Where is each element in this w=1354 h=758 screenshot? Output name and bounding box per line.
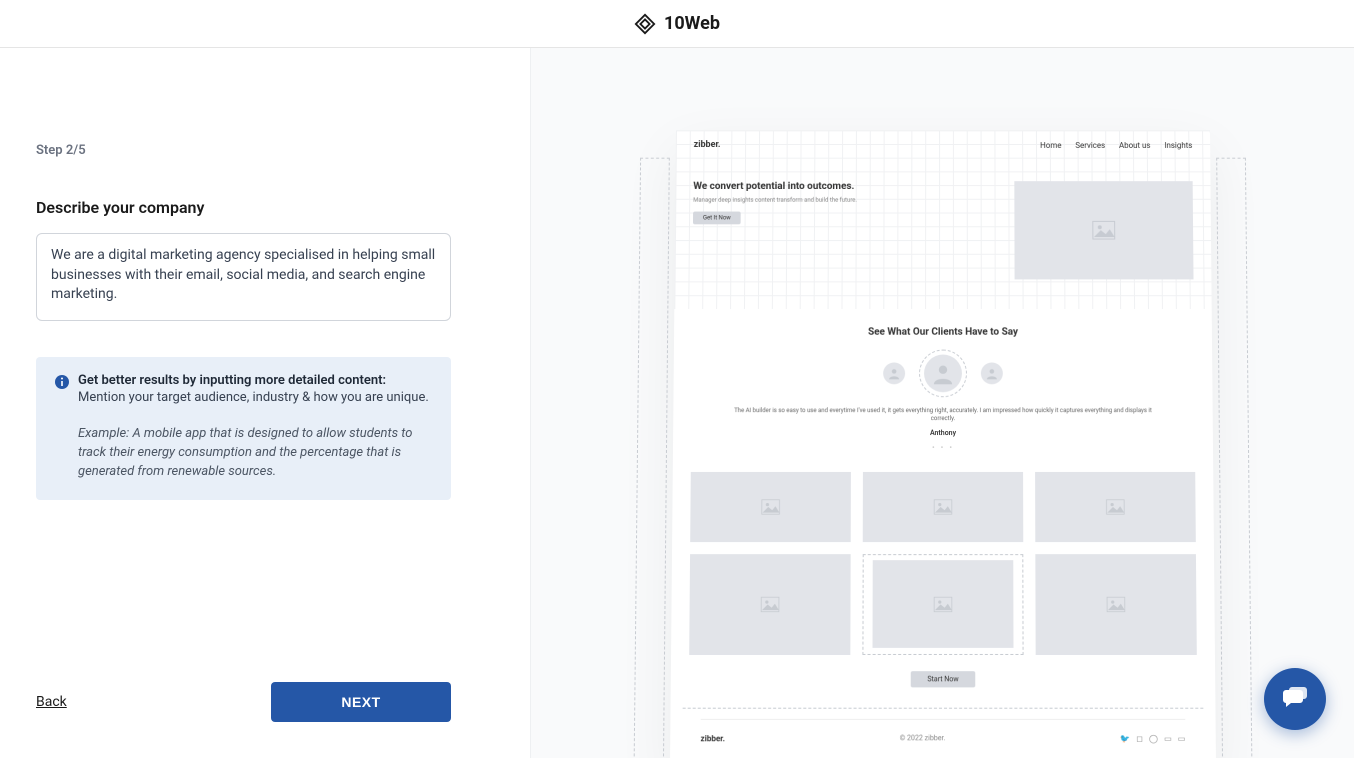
- preview-testimonials-title: See What Our Clients Have to Say: [673, 309, 1211, 350]
- preview-gallery-item: [1035, 554, 1196, 655]
- preview-testimonial-text: The AI builder is so easy to use and eve…: [673, 407, 1213, 423]
- preview-gallery-item: [862, 472, 1023, 542]
- tip-example: Example: A mobile app that is designed t…: [54, 425, 433, 482]
- dribbble-icon: ◯: [1148, 734, 1157, 743]
- form-panel: Step 2/5 Describe your company Get bette…: [0, 48, 530, 758]
- preview-nav-item: Insights: [1164, 141, 1192, 150]
- tip-box: Get better results by inputting more det…: [36, 357, 451, 500]
- preview-pagination-dots: • • •: [672, 443, 1212, 452]
- instagram-icon: ◻: [1136, 734, 1143, 743]
- preview-footer-copyright: © 2022 zibber.: [899, 734, 945, 742]
- back-button[interactable]: Back: [36, 694, 67, 710]
- preview-hero-title: We convert potential into outcomes.: [693, 181, 994, 193]
- step-indicator: Step 2/5: [36, 143, 494, 158]
- preview-logo: zibber.: [693, 140, 720, 150]
- company-description-input[interactable]: [36, 233, 451, 321]
- app-header: 10Web: [0, 0, 1354, 48]
- youtube-icon: ▭: [1177, 734, 1185, 743]
- preview-nav-item: About us: [1118, 141, 1150, 150]
- preview-gallery-item: [690, 472, 851, 542]
- info-icon: [54, 374, 70, 390]
- preview-testimonial-author: Anthony: [673, 429, 1213, 437]
- preview-gallery-item-selected: [862, 554, 1023, 655]
- website-preview: zibber. Home Services About us Insights …: [669, 130, 1215, 758]
- brand-logo: 10Web: [634, 13, 720, 35]
- preview-nav-item: Home: [1040, 141, 1061, 150]
- preview-footer-logo: zibber.: [700, 734, 724, 743]
- preview-hero-button: Get It Now: [692, 212, 740, 225]
- preview-avatar: [883, 362, 905, 384]
- twitter-icon: 🐦: [1120, 734, 1130, 743]
- preview-avatar: [980, 362, 1002, 384]
- preview-nav: Home Services About us Insights: [1040, 141, 1192, 150]
- tip-title: Get better results by inputting more det…: [78, 373, 433, 388]
- preview-gallery-item: [1035, 472, 1196, 542]
- chat-button[interactable]: [1264, 668, 1326, 730]
- preview-start-now-button: Start Now: [911, 671, 975, 687]
- behance-icon: ▭: [1164, 734, 1172, 743]
- preview-avatar-active: [919, 350, 967, 398]
- preview-social-icons: 🐦 ◻ ◯ ▭ ▭: [1120, 734, 1185, 743]
- tip-subtitle: Mention your target audience, industry &…: [78, 390, 433, 405]
- brand-name: 10Web: [664, 13, 720, 34]
- next-button[interactable]: NEXT: [271, 682, 451, 722]
- preview-hero-subtitle: Manager deep insights content transform …: [693, 197, 994, 204]
- preview-hero-image: [1014, 181, 1193, 279]
- preview-panel: zibber. Home Services About us Insights …: [530, 48, 1354, 758]
- form-title: Describe your company: [36, 198, 494, 217]
- brand-icon: [634, 13, 656, 35]
- preview-nav-item: Services: [1075, 141, 1105, 150]
- preview-gallery-item: [689, 554, 850, 655]
